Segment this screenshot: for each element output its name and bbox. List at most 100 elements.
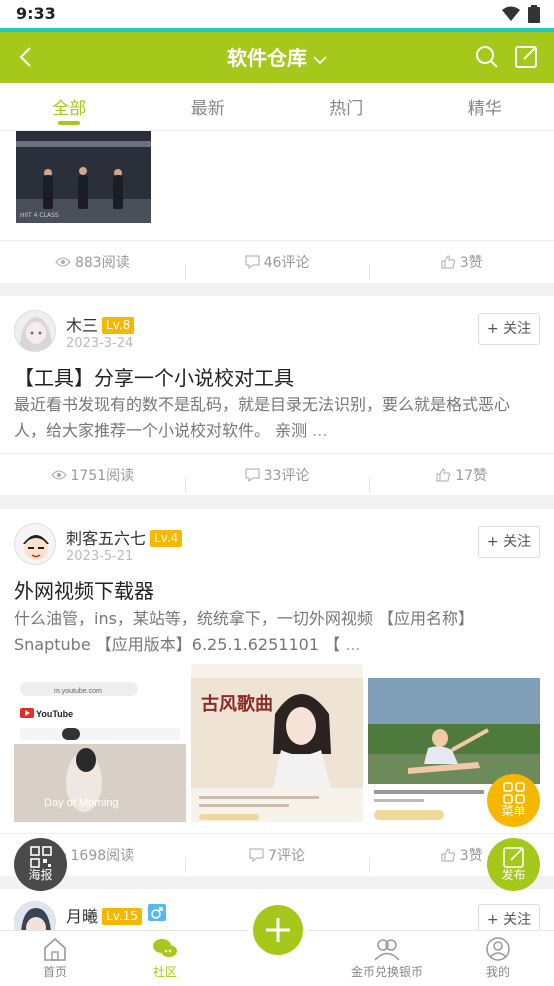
app-header: 软件仓库 — [0, 32, 554, 83]
poster-fab-label: 海报 — [28, 868, 53, 882]
status-bar: 9:33 — [0, 0, 554, 28]
gym-bar — [16, 141, 151, 147]
post-title[interactable]: 【工具】分享一个小说校对工具 — [14, 362, 294, 391]
likes-count: 17赞 — [455, 467, 488, 484]
qr-code-icon — [30, 846, 52, 868]
chat-bubbles-icon — [153, 939, 177, 957]
post-images: m.youtube.com YouTube Day of Morning 古风歌… — [14, 664, 540, 822]
author-name[interactable]: 刺客五六七 Lv.4 — [66, 525, 183, 549]
comments-count: 46评论 — [263, 254, 310, 271]
thumbs-up-icon — [436, 467, 451, 481]
post-date: 2023-5-21 — [66, 549, 134, 564]
level-badge: Lv.4 — [150, 530, 183, 547]
likes-stat[interactable]: 3赞 — [369, 252, 554, 280]
post-thumbnail[interactable]: HIIT 4 CLASS — [16, 131, 151, 223]
tab-all[interactable]: 全部 — [0, 83, 139, 130]
gender-badge — [147, 904, 166, 921]
avatar-image — [15, 902, 55, 930]
post-image[interactable]: m.youtube.com YouTube Day of Morning — [14, 664, 186, 822]
thumbnail-caption: HIIT 4 CLASS — [20, 212, 59, 219]
figure — [113, 175, 123, 209]
tab-hot[interactable]: 热门 — [277, 83, 416, 130]
comments-count: 7评论 — [268, 847, 305, 864]
follow-button[interactable]: + 关注 — [478, 313, 540, 345]
eye-icon — [55, 257, 71, 266]
avatar[interactable] — [14, 901, 56, 930]
author-text: 月曦 — [66, 907, 99, 926]
comments-stat[interactable]: 7评论 — [184, 845, 370, 873]
home-icon — [44, 937, 66, 961]
tab-label: 精华 — [467, 99, 502, 119]
post-image[interactable]: 古风歌曲 — [191, 664, 363, 822]
nav-community[interactable]: 社区 — [110, 935, 220, 980]
youtube-url: m.youtube.com — [54, 688, 102, 695]
follow-button[interactable]: + 关注 — [478, 526, 540, 558]
post-excerpt[interactable]: 什么油管，ins，某站等，统统拿下，一切外网视频 【应用名称】 Snaptube… — [14, 606, 540, 658]
figure — [78, 175, 88, 209]
author-name[interactable]: 月曦 Lv.15 — [66, 903, 166, 927]
nav-profile[interactable]: 我的 — [443, 935, 553, 980]
search-icon[interactable] — [474, 44, 500, 70]
post-stats: 883阅读 46评论 3赞 — [0, 240, 554, 282]
edit-icon — [503, 847, 524, 868]
post-card[interactable]: 木三 Lv.8 2023-3-24 + 关注 【工具】分享一个小说校对工具 最近看… — [0, 296, 554, 495]
author-name[interactable]: 木三 Lv.8 — [66, 312, 135, 336]
edit-icon[interactable] — [514, 44, 540, 70]
comment-icon — [249, 848, 264, 862]
youtube-logo: YouTube — [36, 709, 73, 719]
level-badge: Lv.15 — [102, 908, 142, 925]
wifi-icon — [502, 6, 520, 21]
publish-fab-label: 发布 — [501, 868, 526, 882]
poster-fab[interactable]: 海报 — [14, 838, 67, 891]
post-excerpt[interactable]: 最近看书发现有的数不是乱码，就是目录无法识别，要么就是格式恶心人，给大家推荐一个… — [14, 392, 540, 444]
publish-fab[interactable]: 发布 — [487, 838, 540, 891]
avatar[interactable] — [14, 523, 56, 565]
status-time: 9:33 — [16, 4, 56, 23]
plus-icon — [266, 918, 290, 942]
likes-count: 3赞 — [459, 847, 483, 864]
nav-label: 我的 — [485, 965, 510, 979]
post-stats: 1751阅读 33评论 17赞 — [0, 453, 554, 495]
tab-indicator — [58, 121, 81, 125]
category-tabs: 全部 最新 热门 精华 — [0, 83, 554, 131]
excerpt-text: 什么油管，ins，某站等，统统拿下，一切外网视频 【应用名称】 Snaptube… — [14, 609, 475, 654]
post-card[interactable]: 刺客五六七 Lv.4 2023-5-21 + 关注 外网视频下载器 什么油管，in… — [0, 509, 554, 876]
views-count: 1751阅读 — [70, 467, 135, 484]
thumbs-up-icon — [441, 847, 455, 861]
level-badge: Lv.8 — [102, 317, 135, 334]
post-card[interactable]: HIIT 4 CLASS 883阅读 46评论 3赞 — [0, 131, 554, 283]
author-text: 木三 — [66, 316, 99, 335]
ellipsis: ... — [345, 635, 361, 654]
nav-label: 金币兑换银币 — [350, 965, 423, 979]
post-date: 2023-3-24 — [66, 336, 134, 351]
views-stat: 1751阅读 — [0, 465, 185, 485]
post-title[interactable]: 外网视频下载器 — [14, 575, 154, 604]
bottom-nav: 首页 社区 金币兑换银币 我的 — [0, 905, 554, 986]
image-watermark: Day of Morning — [44, 797, 119, 809]
avatar[interactable] — [14, 310, 56, 352]
header-title-dropdown[interactable]: 软件仓库 — [0, 42, 554, 71]
tab-featured[interactable]: 精华 — [416, 83, 554, 130]
figure-head — [79, 167, 87, 175]
menu-fab[interactable]: 菜单 — [487, 774, 540, 827]
views-count: 1698阅读 — [70, 847, 135, 864]
likes-stat[interactable]: 17赞 — [369, 465, 554, 493]
nav-coin-exchange[interactable]: 金币兑换银币 — [332, 935, 442, 980]
follow-button[interactable]: + 关注 — [478, 904, 540, 930]
tab-latest[interactable]: 最新 — [139, 83, 278, 130]
comments-stat[interactable]: 46评论 — [184, 252, 370, 280]
thumbs-up-icon — [441, 254, 455, 268]
battery-icon — [528, 5, 540, 23]
create-post-button[interactable] — [253, 905, 303, 955]
post-feed[interactable]: HIIT 4 CLASS 883阅读 46评论 3赞 木三 Lv.8 2023-3… — [0, 131, 554, 930]
chevron-down-icon — [313, 55, 327, 64]
avatar-image — [15, 311, 55, 351]
post-stats: 1698阅读 7评论 3赞 — [0, 833, 554, 875]
menu-fab-label: 菜单 — [501, 804, 526, 818]
tab-label: 最新 — [190, 99, 225, 119]
comments-stat[interactable]: 33评论 — [184, 465, 370, 493]
people-icon — [374, 939, 400, 961]
status-icons — [502, 5, 540, 23]
ellipsis: ... — [312, 421, 328, 440]
nav-home[interactable]: 首页 — [0, 935, 110, 980]
